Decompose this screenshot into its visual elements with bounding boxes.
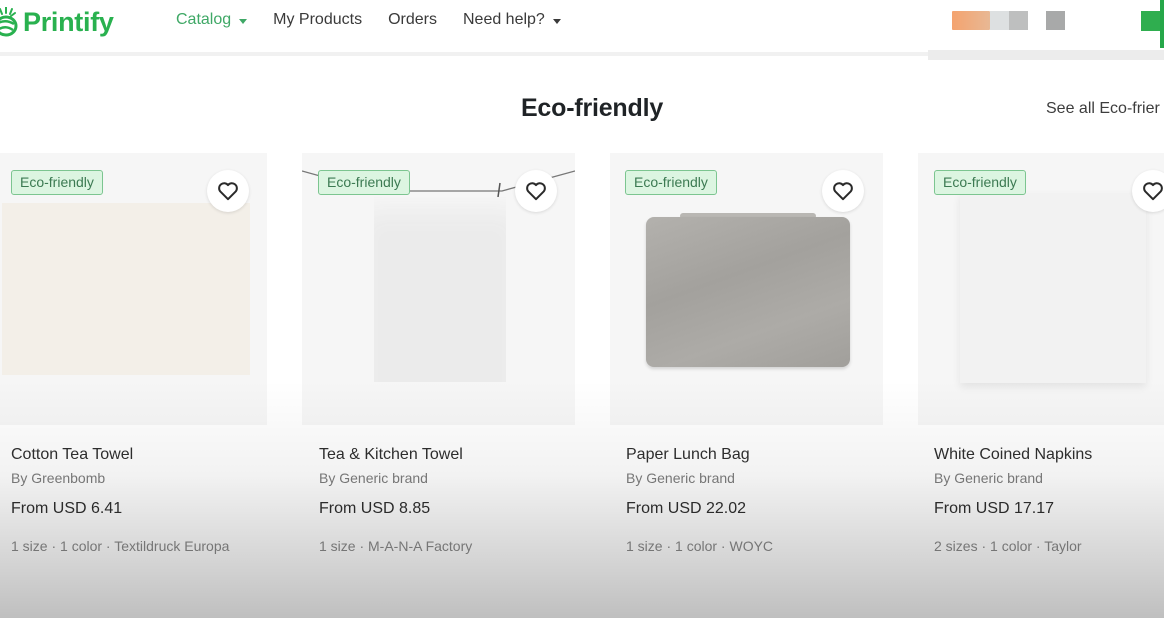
nav-need-help[interactable]: Need help?	[463, 11, 561, 29]
nav-orders[interactable]: Orders	[388, 11, 437, 29]
heart-icon	[526, 182, 546, 201]
product-price: From USD 22.02	[626, 500, 747, 517]
napkin-image	[960, 193, 1146, 383]
nav-catalog-label: Catalog	[176, 11, 232, 28]
obscured-green-button[interactable]	[1141, 11, 1161, 31]
obscured-element[interactable]	[952, 11, 990, 30]
heart-icon	[1143, 182, 1163, 201]
product-name[interactable]: Tea & Kitchen Towel	[319, 445, 472, 465]
printify-logo-icon	[0, 7, 18, 37]
nav-catalog[interactable]: Catalog	[176, 11, 248, 29]
section-title: Eco-friendly	[520, 94, 664, 122]
product-price: From USD 8.85	[319, 500, 431, 517]
printify-logo[interactable]: Printify	[0, 4, 114, 40]
main-nav: Catalog My Products Orders Need help?	[176, 11, 587, 29]
eco-friendly-badge: Eco-friendly	[11, 170, 103, 195]
eco-friendly-badge: Eco-friendly	[318, 170, 410, 195]
product-name[interactable]: Paper Lunch Bag	[626, 445, 773, 465]
product-name[interactable]: Cotton Tea Towel	[11, 445, 229, 465]
top-header: Printify Catalog My Products Orders Need…	[0, 0, 1164, 56]
product-price: From USD 6.41	[11, 500, 123, 517]
product-brand: By Greenbomb	[11, 470, 106, 486]
heart-icon	[218, 182, 238, 201]
header-shadow	[928, 50, 1164, 60]
nav-orders-label: Orders	[388, 11, 437, 28]
obscured-element[interactable]	[990, 11, 1009, 30]
product-image[interactable]: Eco-friendly	[918, 153, 1164, 425]
product-brand: By Generic brand	[626, 470, 735, 486]
product-image[interactable]: Eco-friendly	[610, 153, 883, 425]
product-info: Paper Lunch Bag By Generic brand From US…	[626, 445, 773, 555]
product-image[interactable]: Eco-friendly	[302, 153, 575, 425]
product-meta: 1 size · 1 color · Textildruck Europa	[11, 538, 230, 554]
product-card[interactable]: Eco-friendly Cotton Tea Towel By Greenbo…	[0, 153, 267, 563]
product-image[interactable]: Eco-friendly	[0, 153, 267, 425]
nav-my-products-label: My Products	[273, 11, 363, 28]
obscured-element[interactable]	[1046, 11, 1065, 30]
favorite-button[interactable]	[822, 170, 864, 212]
obscured-account-area	[952, 11, 1065, 30]
product-name[interactable]: White Coined Napkins	[934, 445, 1092, 465]
heart-icon	[833, 182, 853, 201]
product-card[interactable]: Eco-friendly White Coined Napkins By Gen…	[918, 153, 1164, 563]
see-all-link[interactable]: See all Eco-frier	[1046, 100, 1160, 118]
nav-my-products[interactable]: My Products	[273, 11, 362, 29]
product-card[interactable]: Eco-friendly Tea & Kitchen Towel By Gene…	[302, 153, 575, 563]
product-brand: By Generic brand	[319, 470, 428, 486]
product-info: Cotton Tea Towel By Greenbomb From USD 6…	[11, 445, 229, 555]
product-meta: 2 sizes · 1 color · Taylor	[934, 538, 1082, 554]
product-meta: 1 size · 1 color · WOYC	[626, 538, 774, 554]
nav-need-help-label: Need help?	[462, 11, 545, 28]
chevron-down-icon	[552, 18, 561, 24]
eco-friendly-badge: Eco-friendly	[934, 170, 1026, 195]
product-info: White Coined Napkins By Generic brand Fr…	[934, 445, 1092, 555]
product-card[interactable]: Eco-friendly Paper Lunch Bag By Generic …	[610, 153, 883, 563]
product-meta: 1 size · M-A-N-A Factory	[319, 538, 473, 554]
product-info: Tea & Kitchen Towel By Generic brand Fro…	[319, 445, 472, 555]
product-price: From USD 17.17	[934, 500, 1055, 517]
favorite-button[interactable]	[207, 170, 249, 212]
logo-text: Printify	[23, 6, 114, 37]
obscured-green-bar	[1160, 0, 1164, 48]
eco-friendly-badge: Eco-friendly	[625, 170, 717, 195]
lunch-bag-image	[646, 217, 850, 367]
chevron-down-icon	[239, 18, 248, 24]
kitchen-towel-image	[374, 197, 506, 382]
favorite-button[interactable]	[515, 170, 557, 212]
product-brand: By Generic brand	[934, 470, 1043, 486]
cotton-towel-image	[2, 203, 250, 375]
obscured-element[interactable]	[1009, 11, 1028, 30]
